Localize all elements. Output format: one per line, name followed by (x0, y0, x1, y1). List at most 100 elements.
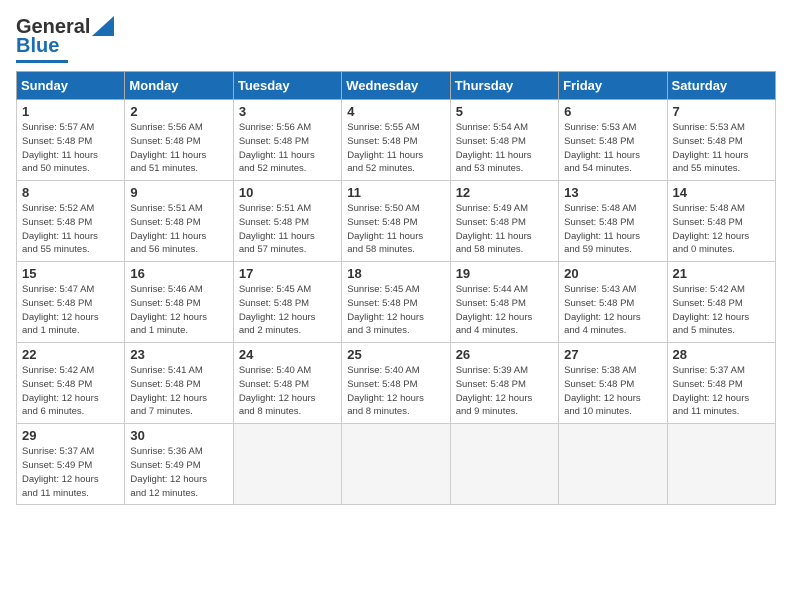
day-number: 4 (347, 104, 444, 119)
day-number: 10 (239, 185, 336, 200)
calendar-cell: 3 Sunrise: 5:56 AM Sunset: 5:48 PM Daylig… (233, 100, 341, 181)
calendar-cell: 13 Sunrise: 5:48 AM Sunset: 5:48 PM Dayli… (559, 181, 667, 262)
calendar-cell (342, 424, 450, 505)
logo: General Blue (16, 16, 114, 63)
day-info: Sunrise: 5:52 AM Sunset: 5:48 PM Dayligh… (22, 202, 119, 257)
day-number: 23 (130, 347, 227, 362)
day-info: Sunrise: 5:40 AM Sunset: 5:48 PM Dayligh… (347, 364, 444, 419)
weekday-thursday: Thursday (450, 72, 558, 100)
calendar-cell (450, 424, 558, 505)
calendar-week-4: 22 Sunrise: 5:42 AM Sunset: 5:48 PM Dayli… (17, 343, 776, 424)
day-info: Sunrise: 5:57 AM Sunset: 5:48 PM Dayligh… (22, 121, 119, 176)
day-number: 3 (239, 104, 336, 119)
calendar-cell: 2 Sunrise: 5:56 AM Sunset: 5:48 PM Daylig… (125, 100, 233, 181)
calendar-cell: 7 Sunrise: 5:53 AM Sunset: 5:48 PM Daylig… (667, 100, 775, 181)
calendar-cell: 5 Sunrise: 5:54 AM Sunset: 5:48 PM Daylig… (450, 100, 558, 181)
day-number: 27 (564, 347, 661, 362)
day-number: 25 (347, 347, 444, 362)
calendar-cell: 22 Sunrise: 5:42 AM Sunset: 5:48 PM Dayli… (17, 343, 125, 424)
day-number: 2 (130, 104, 227, 119)
calendar-cell: 30 Sunrise: 5:36 AM Sunset: 5:49 PM Dayli… (125, 424, 233, 505)
calendar-cell: 6Sunrise: 5:53 AM Sunset: 5:48 PM Daylig… (559, 100, 667, 181)
weekday-saturday: Saturday (667, 72, 775, 100)
day-number: 22 (22, 347, 119, 362)
page-header: General Blue (16, 16, 776, 63)
day-info: Sunrise: 5:42 AM Sunset: 5:48 PM Dayligh… (22, 364, 119, 419)
calendar-week-2: 8 Sunrise: 5:52 AM Sunset: 5:48 PM Daylig… (17, 181, 776, 262)
day-info: Sunrise: 5:49 AM Sunset: 5:48 PM Dayligh… (456, 202, 553, 257)
day-number: 5 (456, 104, 553, 119)
calendar-cell: 26 Sunrise: 5:39 AM Sunset: 5:48 PM Dayli… (450, 343, 558, 424)
calendar-cell: 15 Sunrise: 5:47 AM Sunset: 5:48 PM Dayli… (17, 262, 125, 343)
day-info: Sunrise: 5:46 AM Sunset: 5:48 PM Dayligh… (130, 283, 227, 338)
calendar-cell: 27 Sunrise: 5:38 AM Sunset: 5:48 PM Dayli… (559, 343, 667, 424)
logo-icon (92, 16, 114, 36)
calendar-week-5: 29Sunrise: 5:37 AM Sunset: 5:49 PM Dayli… (17, 424, 776, 505)
day-info: Sunrise: 5:38 AM Sunset: 5:48 PM Dayligh… (564, 364, 661, 419)
day-info: Sunrise: 5:54 AM Sunset: 5:48 PM Dayligh… (456, 121, 553, 176)
day-info: Sunrise: 5:56 AM Sunset: 5:48 PM Dayligh… (130, 121, 227, 176)
calendar-cell: 17 Sunrise: 5:45 AM Sunset: 5:48 PM Dayli… (233, 262, 341, 343)
day-number: 26 (456, 347, 553, 362)
day-info: Sunrise: 5:36 AM Sunset: 5:49 PM Dayligh… (130, 445, 227, 500)
day-info: Sunrise: 5:48 AM Sunset: 5:48 PM Dayligh… (673, 202, 770, 257)
day-info: Sunrise: 5:51 AM Sunset: 5:48 PM Dayligh… (130, 202, 227, 257)
weekday-header-row: SundayMondayTuesdayWednesdayThursdayFrid… (17, 72, 776, 100)
day-info: Sunrise: 5:50 AM Sunset: 5:48 PM Dayligh… (347, 202, 444, 257)
day-number: 11 (347, 185, 444, 200)
day-number: 9 (130, 185, 227, 200)
weekday-wednesday: Wednesday (342, 72, 450, 100)
day-info: Sunrise: 5:45 AM Sunset: 5:48 PM Dayligh… (347, 283, 444, 338)
day-info: Sunrise: 5:45 AM Sunset: 5:48 PM Dayligh… (239, 283, 336, 338)
day-number: 1 (22, 104, 119, 119)
calendar-cell: 9 Sunrise: 5:51 AM Sunset: 5:48 PM Daylig… (125, 181, 233, 262)
calendar-cell (559, 424, 667, 505)
calendar-cell: 11 Sunrise: 5:50 AM Sunset: 5:48 PM Dayli… (342, 181, 450, 262)
calendar-cell: 25 Sunrise: 5:40 AM Sunset: 5:48 PM Dayli… (342, 343, 450, 424)
day-info: Sunrise: 5:56 AM Sunset: 5:48 PM Dayligh… (239, 121, 336, 176)
calendar-cell: 23Sunrise: 5:41 AM Sunset: 5:48 PM Dayli… (125, 343, 233, 424)
calendar-table: SundayMondayTuesdayWednesdayThursdayFrid… (16, 71, 776, 505)
day-number: 7 (673, 104, 770, 119)
day-number: 13 (564, 185, 661, 200)
calendar-cell (667, 424, 775, 505)
calendar-week-3: 15 Sunrise: 5:47 AM Sunset: 5:48 PM Dayli… (17, 262, 776, 343)
day-number: 15 (22, 266, 119, 281)
day-info: Sunrise: 5:40 AM Sunset: 5:48 PM Dayligh… (239, 364, 336, 419)
day-number: 14 (673, 185, 770, 200)
day-info: Sunrise: 5:43 AM Sunset: 5:48 PM Dayligh… (564, 283, 661, 338)
calendar-cell: 18 Sunrise: 5:45 AM Sunset: 5:48 PM Dayli… (342, 262, 450, 343)
day-number: 21 (673, 266, 770, 281)
day-number: 17 (239, 266, 336, 281)
weekday-tuesday: Tuesday (233, 72, 341, 100)
day-info: Sunrise: 5:51 AM Sunset: 5:48 PM Dayligh… (239, 202, 336, 257)
weekday-monday: Monday (125, 72, 233, 100)
calendar-cell: 8 Sunrise: 5:52 AM Sunset: 5:48 PM Daylig… (17, 181, 125, 262)
weekday-sunday: Sunday (17, 72, 125, 100)
day-number: 12 (456, 185, 553, 200)
calendar-cell: 24Sunrise: 5:40 AM Sunset: 5:48 PM Dayli… (233, 343, 341, 424)
calendar-cell (233, 424, 341, 505)
day-info: Sunrise: 5:39 AM Sunset: 5:48 PM Dayligh… (456, 364, 553, 419)
day-number: 8 (22, 185, 119, 200)
day-number: 29 (22, 428, 119, 443)
calendar-cell: 12 Sunrise: 5:49 AM Sunset: 5:48 PM Dayli… (450, 181, 558, 262)
day-number: 18 (347, 266, 444, 281)
day-info: Sunrise: 5:48 AM Sunset: 5:48 PM Dayligh… (564, 202, 661, 257)
day-info: Sunrise: 5:53 AM Sunset: 5:48 PM Dayligh… (673, 121, 770, 176)
day-info: Sunrise: 5:37 AM Sunset: 5:48 PM Dayligh… (673, 364, 770, 419)
logo-underline (16, 60, 68, 63)
calendar-cell: 19Sunrise: 5:44 AM Sunset: 5:48 PM Dayli… (450, 262, 558, 343)
day-number: 30 (130, 428, 227, 443)
day-info: Sunrise: 5:55 AM Sunset: 5:48 PM Dayligh… (347, 121, 444, 176)
day-number: 20 (564, 266, 661, 281)
day-number: 16 (130, 266, 227, 281)
calendar-cell: 10 Sunrise: 5:51 AM Sunset: 5:48 PM Dayli… (233, 181, 341, 262)
day-info: Sunrise: 5:42 AM Sunset: 5:48 PM Dayligh… (673, 283, 770, 338)
calendar-cell: 16 Sunrise: 5:46 AM Sunset: 5:48 PM Dayli… (125, 262, 233, 343)
day-number: 19 (456, 266, 553, 281)
calendar-cell: 14 Sunrise: 5:48 AM Sunset: 5:48 PM Dayli… (667, 181, 775, 262)
calendar-cell: 29Sunrise: 5:37 AM Sunset: 5:49 PM Dayli… (17, 424, 125, 505)
day-info: Sunrise: 5:47 AM Sunset: 5:48 PM Dayligh… (22, 283, 119, 338)
calendar-cell: 21 Sunrise: 5:42 AM Sunset: 5:48 PM Dayli… (667, 262, 775, 343)
